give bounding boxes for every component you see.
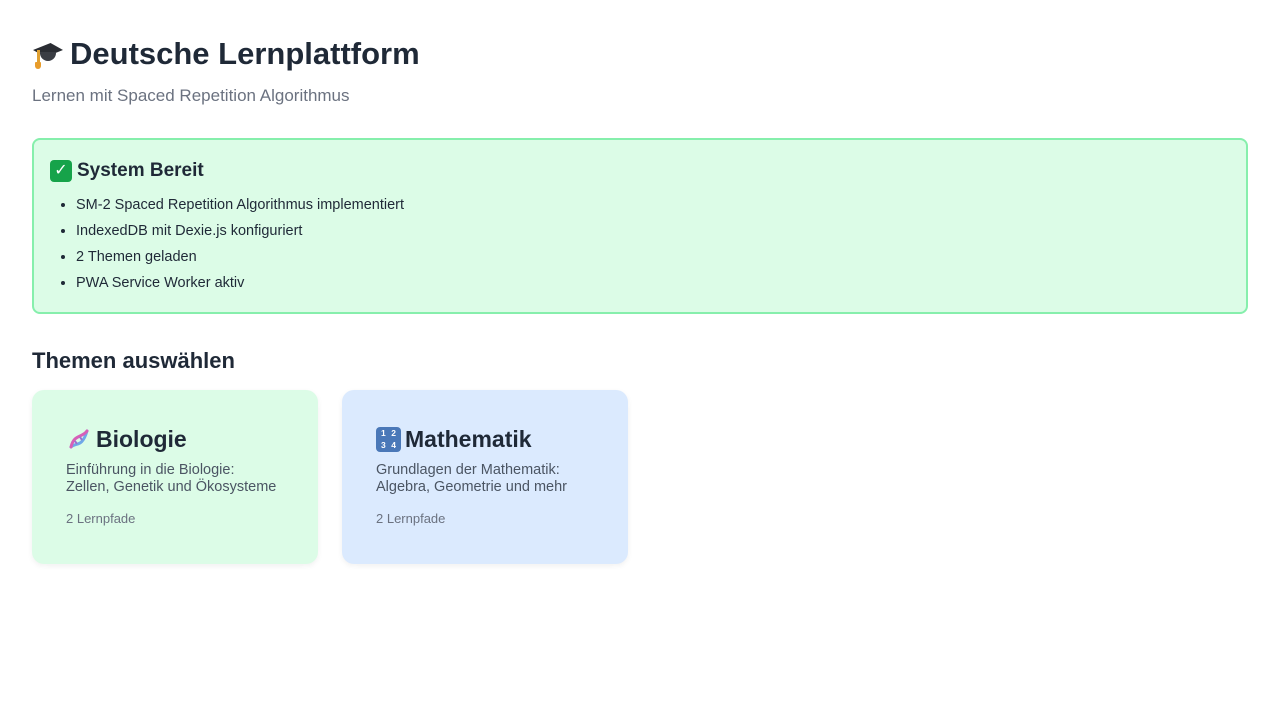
status-title: System Bereit bbox=[77, 160, 204, 181]
topic-card-description-line: Grundlagen der Mathematik: bbox=[376, 462, 560, 478]
status-item: IndexedDB mit Dexie.js konfiguriert bbox=[76, 222, 1230, 248]
topic-cards: Biologie Einführung in die Biologie: Zel… bbox=[32, 390, 1248, 564]
system-status-panel: ✓ System Bereit SM-2 Spaced Repetition A… bbox=[32, 138, 1248, 314]
numbers-icon: 1 2 3 4 bbox=[376, 426, 401, 452]
status-item: SM-2 Spaced Repetition Algorithmus imple… bbox=[76, 196, 1230, 222]
dna-icon bbox=[66, 426, 92, 452]
topic-card-description-line: Zellen, Genetik und Ökosysteme bbox=[66, 479, 277, 495]
topic-card-description-line: Einführung in die Biologie: bbox=[66, 462, 235, 478]
status-heading: ✓ System Bereit bbox=[50, 160, 1230, 182]
topic-card-title: Mathematik bbox=[405, 425, 532, 452]
topic-card-title: Biologie bbox=[96, 425, 187, 452]
page-subtitle: Lernen mit Spaced Repetition Algorithmus bbox=[32, 86, 350, 105]
topic-card-path-count: 2 Lernpfade bbox=[66, 511, 136, 526]
page-title-row: Deutsche Lernplattform bbox=[32, 34, 1248, 74]
status-item: 2 Themen geladen bbox=[76, 248, 1230, 274]
topics-section-title: Themen auswählen bbox=[32, 348, 235, 373]
page: Deutsche Lernplattform Lernen mit Spaced… bbox=[0, 0, 1280, 720]
topic-card-description-line: Algebra, Geometrie und mehr bbox=[376, 479, 568, 495]
status-item: PWA Service Worker aktiv bbox=[76, 274, 1230, 300]
topic-card-description: Einführung in die Biologie: Zellen, Gene… bbox=[66, 462, 284, 496]
topic-card-title-row: Biologie bbox=[66, 424, 284, 454]
graduation-cap-icon bbox=[32, 38, 64, 70]
topic-card-path-count: 2 Lernpfade bbox=[376, 511, 446, 526]
check-mark-icon: ✓ bbox=[50, 160, 72, 182]
topic-card-biologie[interactable]: Biologie Einführung in die Biologie: Zel… bbox=[32, 390, 318, 564]
page-title: Deutsche Lernplattform bbox=[70, 36, 420, 71]
topic-card-mathematik[interactable]: 1 2 3 4 Mathematik Grundlagen der Mathem… bbox=[342, 390, 628, 564]
topic-card-title-row: 1 2 3 4 Mathematik bbox=[376, 424, 594, 454]
topic-card-description: Grundlagen der Mathematik: Algebra, Geom… bbox=[376, 462, 594, 496]
status-list: SM-2 Spaced Repetition Algorithmus imple… bbox=[50, 196, 1230, 300]
